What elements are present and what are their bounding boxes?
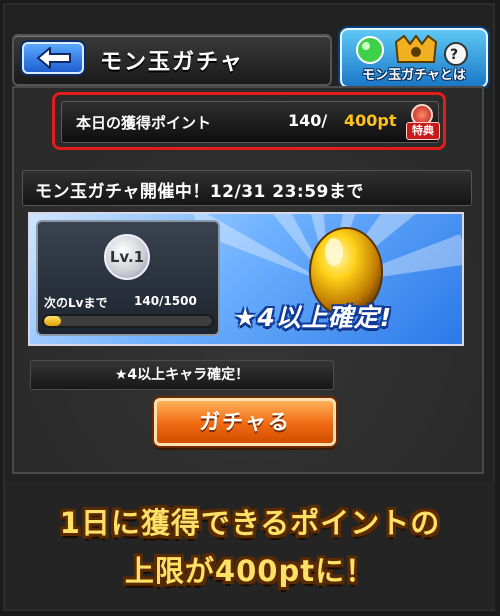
level-card: Lv.1 次のLvまで 140/1500 — [36, 220, 220, 336]
next-level-label: 次のLvまで — [44, 296, 108, 310]
svg-text:?: ? — [450, 47, 458, 63]
daily-points-row: 本日の獲得ポイント 140/ 400pt 特典 — [61, 101, 440, 143]
level-progress-fill — [44, 316, 61, 326]
caption-line-2: 上限が400ptに！ — [124, 554, 376, 588]
guarantee-bar: ★4以上キャラ確定！ — [30, 360, 334, 390]
caption-area: 1日に獲得できるポイントの 上限が400ptに！ — [5, 482, 495, 608]
gacha-banner[interactable]: Lv.1 次のLvまで 140/1500 ★4以上確定! — [28, 212, 464, 346]
guarantee-text: ★4以上キャラ確定！ — [114, 367, 250, 383]
caption-line-1: 1日に獲得できるポイントの — [59, 506, 441, 540]
next-level-value: 140/1500 — [134, 294, 197, 308]
daily-points-max: 400pt — [344, 111, 397, 130]
banner-caption: ★4以上確定! — [234, 303, 393, 332]
monster-ball-help-icon: ? — [356, 34, 468, 66]
level-progress-bar — [42, 314, 214, 328]
gacha-guide-label: モン玉ガチャとは — [362, 68, 466, 83]
daily-points-highlight: 本日の獲得ポイント 140/ 400pt 特典 — [52, 92, 446, 150]
header-bar: モン玉ガチャ — [12, 34, 332, 86]
bonus-badge[interactable]: 特典 — [406, 104, 440, 140]
daily-points-label: 本日の獲得ポイント — [76, 114, 212, 132]
gacha-button-label: ガチャる — [199, 410, 291, 434]
event-period-bar: モン玉ガチャ開催中！12/31 23:59まで — [22, 170, 472, 206]
gacha-guide-button[interactable]: ? モン玉ガチャとは — [340, 28, 488, 88]
daily-points-current: 140/ — [288, 111, 328, 130]
left-arrow-icon — [36, 47, 71, 69]
event-period-text: モン玉ガチャ開催中！12/31 23:59まで — [35, 182, 364, 202]
level-badge: Lv.1 — [104, 234, 150, 280]
bonus-badge-label: 特典 — [406, 122, 440, 140]
page-title: モン玉ガチャ — [100, 50, 244, 75]
gacha-button[interactable]: ガチャる — [154, 398, 336, 446]
back-button[interactable] — [22, 42, 84, 74]
